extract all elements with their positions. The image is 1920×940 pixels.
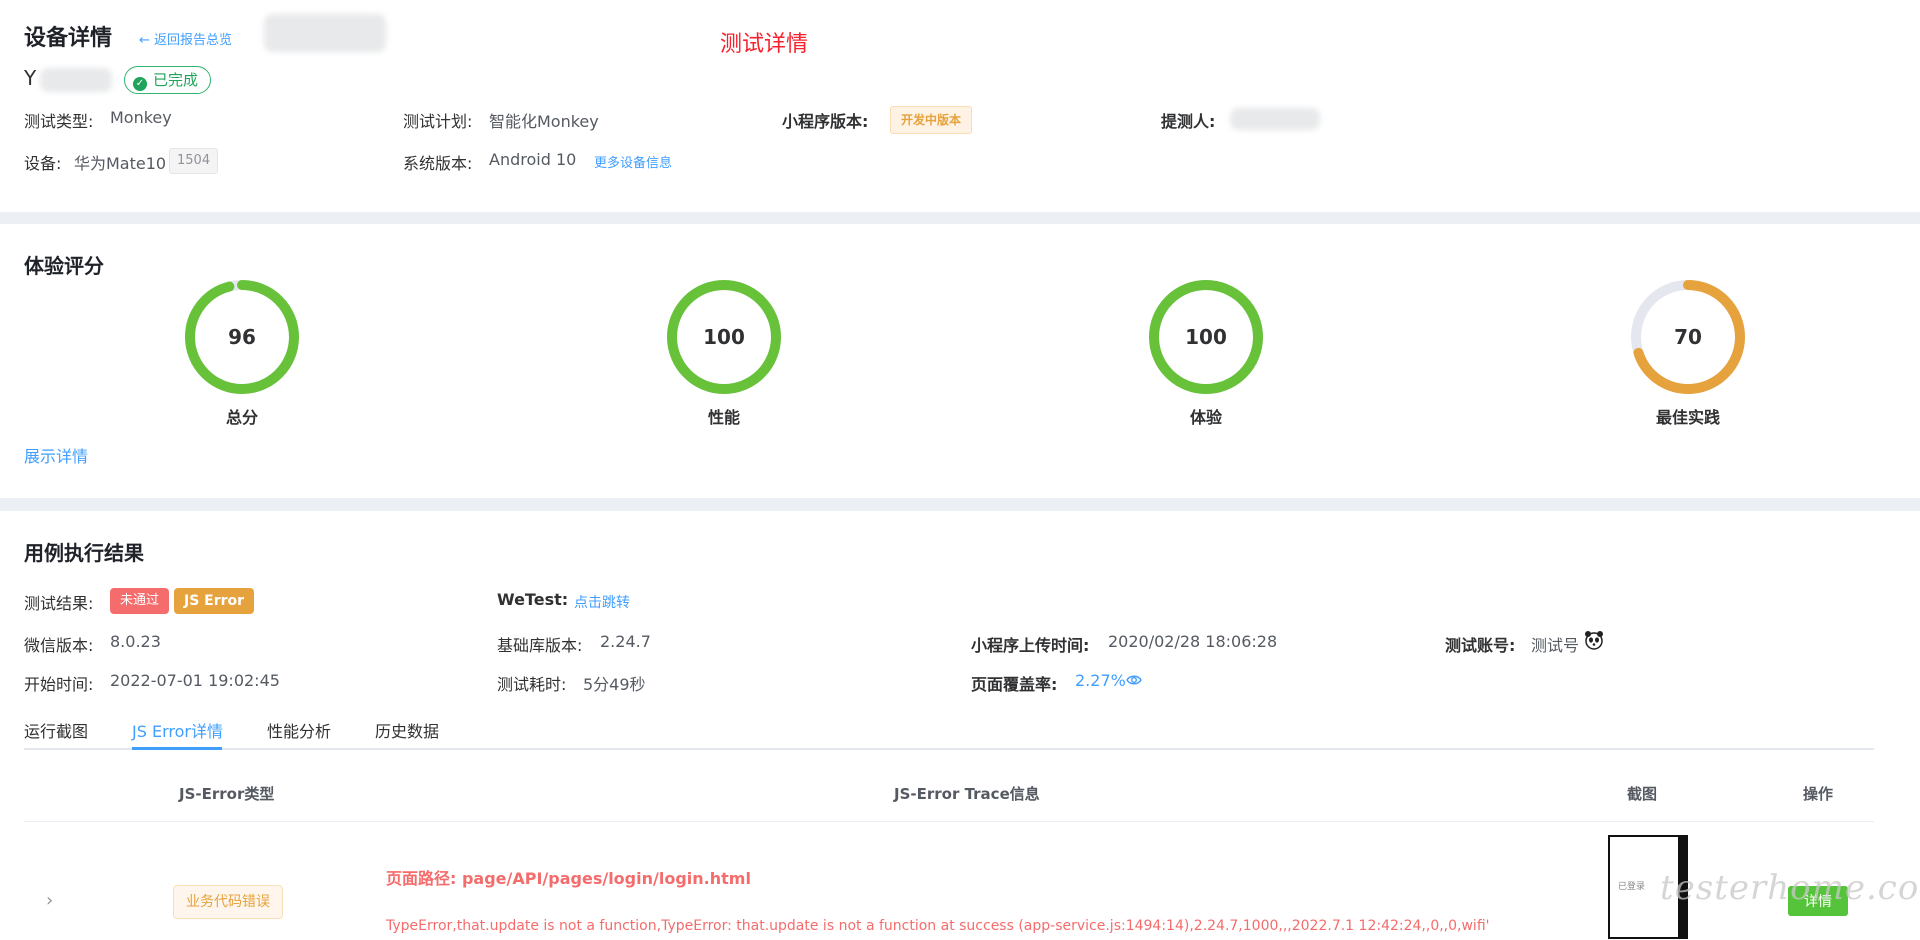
device-name-prefix: Y bbox=[24, 66, 37, 90]
expand-chevron-icon[interactable]: › bbox=[46, 890, 53, 911]
tabs-bar-line bbox=[24, 748, 1874, 750]
os-version-label: 系统版本: bbox=[403, 154, 473, 173]
device-model-tag: 1504 bbox=[169, 148, 219, 174]
col-header-error-type: JS-Error类型 bbox=[179, 785, 275, 803]
device-label: 设备: bbox=[24, 154, 62, 173]
test-result-label: 测试结果: bbox=[24, 594, 94, 613]
score-gauge: 100 bbox=[664, 277, 784, 397]
col-header-trace: JS-Error Trace信息 bbox=[894, 785, 1040, 803]
error-page-path: 页面路径: page/API/pages/login/login.html bbox=[386, 869, 751, 888]
wechat-version-value: 8.0.23 bbox=[110, 632, 161, 651]
results-section-title: 用例执行结果 bbox=[24, 541, 144, 565]
score-value: 100 bbox=[1185, 325, 1227, 349]
test-type-value: Monkey bbox=[110, 108, 172, 127]
eye-icon[interactable] bbox=[1126, 672, 1142, 688]
wetest-jump-link[interactable]: 点击跳转 bbox=[574, 592, 630, 612]
start-time-label: 开始时间: bbox=[24, 675, 94, 694]
active-tab-indicator bbox=[132, 747, 222, 750]
wechat-version-label: 微信版本: bbox=[24, 636, 94, 655]
lib-version-label: 基础库版本: bbox=[497, 636, 583, 655]
show-details-link[interactable]: 展示详情 bbox=[24, 443, 88, 467]
score-value: 70 bbox=[1674, 325, 1702, 349]
score-label: 总分 bbox=[225, 408, 258, 427]
wetest-label: WeTest: bbox=[497, 590, 569, 609]
score-label: 体验 bbox=[1189, 408, 1222, 427]
test-plan-label: 测试计划: bbox=[403, 112, 473, 131]
col-header-screenshot: 截图 bbox=[1627, 785, 1658, 803]
score-gauge: 100 bbox=[1146, 277, 1266, 397]
test-type-label: 测试类型: bbox=[24, 112, 94, 131]
tab-js-error-details[interactable]: JS Error详情 bbox=[132, 718, 223, 742]
score-label: 最佳实践 bbox=[1655, 408, 1720, 427]
os-version-value: Android 10 bbox=[489, 150, 577, 169]
score-label: 性能 bbox=[707, 408, 740, 427]
back-to-overview-link[interactable]: ← 返回报告总览 bbox=[139, 29, 232, 48]
tab-screenshots[interactable]: 运行截图 bbox=[24, 718, 88, 742]
redacted-report-name bbox=[264, 14, 386, 52]
more-device-info-link[interactable]: 更多设备信息 bbox=[594, 152, 672, 171]
upload-time-label: 小程序上传时间: bbox=[971, 636, 1090, 655]
coverage-value[interactable]: 2.27% bbox=[1075, 671, 1126, 690]
coverage-label: 页面覆盖率: bbox=[971, 675, 1058, 694]
mp-version-label: 小程序版本: bbox=[782, 112, 869, 131]
duration-label: 测试耗时: bbox=[497, 675, 567, 694]
score-gauge: 70 bbox=[1628, 277, 1748, 397]
lib-version-value: 2.24.7 bbox=[600, 632, 651, 651]
start-time-value: 2022-07-01 19:02:45 bbox=[110, 671, 280, 690]
error-trace-text: TypeError,that.update is not a function,… bbox=[386, 918, 1490, 934]
device-value: 华为Mate10 bbox=[74, 154, 167, 173]
submitter-label: 提测人: bbox=[1161, 112, 1216, 131]
watermark-text: testerhome.com bbox=[1660, 868, 1920, 908]
test-account-value: 测试号 bbox=[1531, 636, 1580, 655]
panda-avatar-icon bbox=[1584, 630, 1604, 650]
thumbnail-caption: 已登录 bbox=[1618, 882, 1646, 892]
score-value: 96 bbox=[228, 325, 256, 349]
score-card: 体验评分 96 总分 100 性能 100 体验 70 最佳实践 展示详情 bbox=[0, 224, 1920, 498]
js-error-tag: JS Error bbox=[174, 588, 255, 614]
redacted-submitter bbox=[1230, 108, 1320, 130]
upload-time-value: 2020/02/28 18:06:28 bbox=[1108, 632, 1278, 651]
score-section-title: 体验评分 bbox=[24, 254, 104, 278]
status-badge: ✓ 已完成 bbox=[124, 66, 212, 94]
device-details-card: 设备详情 ← 返回报告总览 测试详情 Y ✓ 已完成 测试类型: Monkey 测… bbox=[0, 0, 1920, 212]
test-plan-value: 智能化Monkey bbox=[489, 112, 599, 131]
score-value: 100 bbox=[703, 325, 745, 349]
redacted-device-name bbox=[40, 68, 112, 92]
test-account-label: 测试账号: bbox=[1445, 636, 1516, 655]
table-header-divider bbox=[24, 821, 1874, 822]
error-type-tag: 业务代码错误 bbox=[173, 885, 283, 919]
mp-version-tag: 开发中版本 bbox=[890, 106, 973, 134]
score-gauge: 96 bbox=[182, 277, 302, 397]
tab-history[interactable]: 历史数据 bbox=[375, 718, 439, 742]
duration-value: 5分49秒 bbox=[583, 675, 646, 694]
page-title: 设备详情 bbox=[24, 26, 113, 51]
tab-performance[interactable]: 性能分析 bbox=[267, 718, 331, 742]
test-detail-heading: 测试详情 bbox=[720, 32, 809, 57]
col-header-action: 操作 bbox=[1803, 785, 1834, 803]
failed-tag: 未通过 bbox=[110, 588, 170, 614]
check-circle-icon: ✓ bbox=[133, 77, 147, 91]
